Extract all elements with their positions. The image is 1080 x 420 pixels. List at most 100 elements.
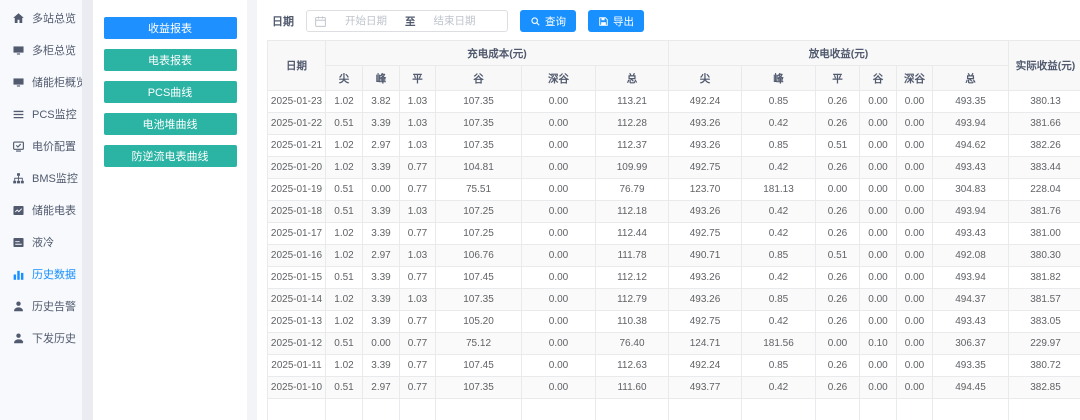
table-row: 2025-01-190.510.000.7775.510.0076.79123.… — [268, 179, 1080, 201]
cell-charge: 112.18 — [596, 201, 669, 223]
cell-discharge: 492.75 — [669, 157, 742, 179]
cell-discharge: 0.85 — [742, 245, 816, 267]
cell-discharge: 0.85 — [742, 135, 816, 157]
sidebar-divider — [82, 0, 93, 420]
cell-discharge: 0.42 — [742, 311, 816, 333]
menu-divider — [247, 0, 257, 420]
cell-discharge: 0.26 — [816, 201, 860, 223]
cell-actual: 380.30 — [1009, 245, 1080, 267]
cell-discharge: 0.00 — [860, 179, 897, 201]
cell-discharge: 123.70 — [669, 179, 742, 201]
sidebar-item-label: PCS监控 — [32, 106, 77, 122]
cell-charge: 0.00 — [522, 223, 596, 245]
menu-button-3[interactable]: 电池堆曲线 — [104, 113, 237, 135]
menu-button-1[interactable]: 电表报表 — [104, 49, 237, 71]
cell-discharge: 0.26 — [816, 91, 860, 113]
cell-actual: 229.97 — [1009, 333, 1080, 355]
cell-discharge: 0.00 — [860, 311, 897, 333]
cell-discharge: 0.42 — [742, 113, 816, 135]
sidebar-item-7[interactable]: 液冷 — [0, 226, 82, 258]
cell-discharge: 493.26 — [669, 113, 742, 135]
cell-discharge: 0.26 — [816, 311, 860, 333]
sidebar-item-10[interactable]: 下发历史 — [0, 322, 82, 354]
menu-button-2[interactable]: PCS曲线 — [104, 81, 237, 103]
cell-charge: 1.02 — [326, 289, 363, 311]
cell-discharge: 0.00 — [897, 245, 933, 267]
sidebar-item-5[interactable]: BMS监控 — [0, 162, 82, 194]
cell-charge: 0.77 — [400, 179, 436, 201]
cell-discharge: 0.42 — [742, 267, 816, 289]
cell-discharge: 492.75 — [669, 311, 742, 333]
sidebar-item-8[interactable]: 历史数据 — [0, 258, 82, 290]
cell-actual: 380.13 — [1009, 91, 1080, 113]
cell-discharge: 492.75 — [669, 223, 742, 245]
cell-charge: 0.00 — [522, 179, 596, 201]
table-row: 2025-01-180.513.391.03107.250.00112.1849… — [268, 201, 1080, 223]
cell-discharge: 0.00 — [897, 355, 933, 377]
cell-charge: 1.03 — [400, 91, 436, 113]
sidebar-item-label: 液冷 — [32, 234, 54, 250]
cell-charge: 1.02 — [326, 157, 363, 179]
sidebar-item-9[interactable]: 历史告警 — [0, 290, 82, 322]
sidebar-item-0[interactable]: 多站总览 — [0, 2, 82, 34]
cell-charge: 0.51 — [326, 201, 363, 223]
sidebar-item-label: BMS监控 — [32, 170, 78, 186]
cell-discharge: 0.00 — [860, 135, 897, 157]
cell-discharge: 0.00 — [816, 179, 860, 201]
cell-charge: 107.25 — [436, 223, 522, 245]
sidebar-item-3[interactable]: PCS监控 — [0, 98, 82, 130]
table-row: 2025-01-211.022.971.03107.350.00112.3749… — [268, 135, 1080, 157]
cell-discharge: 492.24 — [669, 91, 742, 113]
cell-actual: 228.04 — [1009, 179, 1080, 201]
cell-charge: 107.45 — [436, 267, 522, 289]
cell-discharge: 0.51 — [816, 135, 860, 157]
sidebar-item-label: 历史告警 — [32, 298, 76, 314]
menu-button-0[interactable]: 收益报表 — [104, 17, 237, 39]
cell-discharge: 0.00 — [860, 201, 897, 223]
cell-charge: 0.00 — [522, 333, 596, 355]
cell-charge: 2.97 — [363, 377, 400, 399]
sidebar-item-2[interactable]: 储能柜概览 — [0, 66, 82, 98]
table-row: 2025-01-111.023.390.77107.450.00112.6349… — [268, 355, 1080, 377]
cell-date: 2025-01-18 — [268, 201, 326, 223]
cell-discharge: 124.71 — [669, 333, 742, 355]
cell-discharge: 0.00 — [860, 91, 897, 113]
cell-charge: 107.35 — [436, 135, 522, 157]
cell-discharge: 493.26 — [669, 267, 742, 289]
cell-discharge: 0.00 — [860, 377, 897, 399]
cell-discharge: 181.13 — [742, 179, 816, 201]
cell-discharge: 0.26 — [816, 113, 860, 135]
cell-charge: 107.25 — [436, 201, 522, 223]
col-subheader: 总 — [596, 66, 669, 91]
menu-button-4[interactable]: 防逆流电表曲线 — [104, 145, 237, 167]
sidebar-item-6[interactable]: 储能电表 — [0, 194, 82, 226]
cell-charge: 112.37 — [596, 135, 669, 157]
cell-actual: 381.00 — [1009, 223, 1080, 245]
cell-discharge: 0.00 — [860, 355, 897, 377]
cell-charge: 3.39 — [363, 157, 400, 179]
query-button[interactable]: 查询 — [520, 10, 576, 32]
end-date-input[interactable] — [419, 15, 491, 27]
sidebar-nav: 多站总览多柜总览储能柜概览 PCS监控电价配置 BMS监控储能电表液冷历史数据历史告… — [0, 0, 82, 420]
cell-discharge: 0.26 — [816, 377, 860, 399]
cell-actual: 382.26 — [1009, 135, 1080, 157]
cell-actual: 381.66 — [1009, 113, 1080, 135]
table-row: 2025-01-201.023.390.77104.810.00109.9949… — [268, 157, 1080, 179]
export-button[interactable]: 导出 — [588, 10, 644, 32]
price-config-icon — [12, 140, 25, 153]
cell-discharge: 0.00 — [897, 179, 933, 201]
cell-charge: 2.97 — [363, 135, 400, 157]
sidebar-item-4[interactable]: 电价配置 — [0, 130, 82, 162]
cell-discharge: 493.43 — [933, 311, 1009, 333]
table-row: 2025-01-150.513.390.77107.450.00112.1249… — [268, 267, 1080, 289]
cell-discharge: 493.94 — [933, 113, 1009, 135]
date-range-picker[interactable]: 至 — [306, 10, 508, 32]
table-header: 日期充电成本(元)放电收益(元)实际收益(元)尖峰平谷深谷总尖峰平谷深谷总 — [268, 41, 1080, 91]
col-subheader: 谷 — [860, 66, 897, 91]
cell-charge: 111.78 — [596, 245, 669, 267]
home-icon — [12, 12, 25, 25]
start-date-input[interactable] — [330, 15, 402, 27]
cell-actual: 380.72 — [1009, 355, 1080, 377]
toolbar: 日期 至 查询 导出 — [272, 10, 1078, 32]
sidebar-item-1[interactable]: 多柜总览 — [0, 34, 82, 66]
